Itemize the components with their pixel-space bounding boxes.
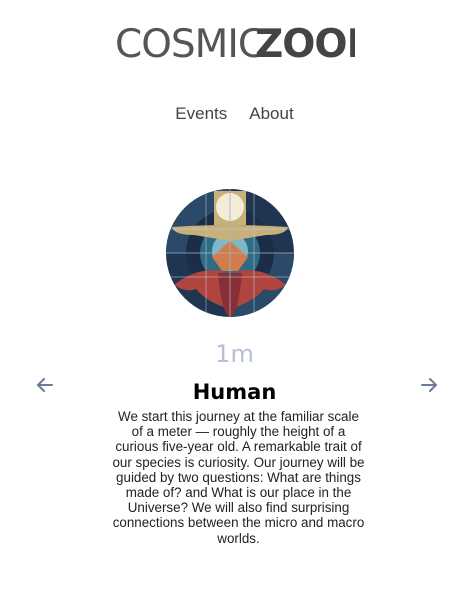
logo-zoom-mark: ZOOM (255, 22, 355, 65)
page: COSMIC ZOOM Events About (0, 0, 469, 613)
logo-text-bold: ZOOM (255, 22, 355, 65)
stage-title: Human (192, 380, 277, 404)
logo-text-light: COSMIC (115, 22, 264, 65)
stage-description: We start this journey at the familiar sc… (112, 409, 365, 546)
main-nav: Events About (0, 104, 469, 124)
logo[interactable]: COSMIC ZOOM (0, 18, 469, 68)
logo-wordmark: COSMIC ZOOM (115, 22, 355, 65)
nav-item-about[interactable]: About (249, 104, 293, 124)
human-artwork-icon (166, 189, 294, 317)
svg-text:COSMIC: COSMIC (115, 22, 264, 65)
nav-item-events[interactable]: Events (175, 104, 227, 124)
scale-label: 1m (215, 340, 254, 368)
